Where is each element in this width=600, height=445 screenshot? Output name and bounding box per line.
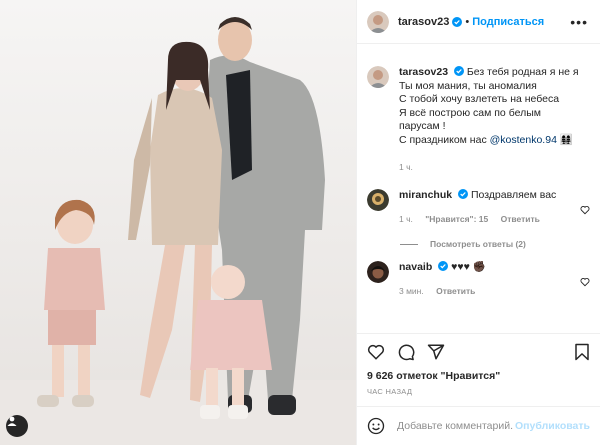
comment: navaib ♥♥♥ ✊🏿 3 мин. Ответить bbox=[367, 261, 590, 298]
emoji-icon[interactable] bbox=[367, 417, 385, 435]
comment-meta: 1 ч. "Нравится": 15 Ответить bbox=[399, 213, 579, 227]
caption-avatar[interactable] bbox=[367, 66, 389, 88]
instagram-post: tarasov23 • Подписаться ••• tarasov23 Бе… bbox=[0, 0, 600, 445]
like-comment-icon[interactable] bbox=[580, 205, 590, 215]
caption-line: парусам ! bbox=[399, 120, 446, 133]
caption-text: tarasov23 Без тебя родная я не я Ты моя … bbox=[399, 66, 579, 174]
view-replies-label: Посмотреть ответы (2) bbox=[430, 239, 526, 250]
replies-divider bbox=[400, 243, 418, 245]
post-actions: 9 626 отметок "Нравится" ЧАС НАЗАД Опубл… bbox=[357, 333, 600, 444]
verified-icon bbox=[458, 189, 469, 200]
comment-text: navaib ♥♥♥ ✊🏿 3 мин. Ответить bbox=[399, 261, 579, 298]
comment-text: miranchuk Поздравляем вас 1 ч. "Нравится… bbox=[399, 189, 579, 226]
header-separator: • bbox=[465, 15, 470, 28]
post-side-panel: tarasov23 • Подписаться ••• tarasov23 Бе… bbox=[356, 0, 600, 445]
mention-link[interactable]: @kostenko.94 bbox=[490, 134, 557, 146]
comment-time[interactable]: 1 ч. bbox=[399, 214, 413, 224]
caption-line: Ты моя мания, ты аномалия bbox=[399, 79, 537, 92]
caption-line: Без тебя родная я не я bbox=[466, 66, 579, 78]
comment-meta: 3 мин. Ответить bbox=[399, 285, 579, 299]
bookmark-icon[interactable] bbox=[574, 343, 590, 361]
follow-button[interactable]: Подписаться bbox=[472, 16, 544, 28]
user-tag-button[interactable] bbox=[6, 415, 28, 437]
comment-time[interactable]: 3 мин. bbox=[399, 286, 424, 296]
share-icon[interactable] bbox=[427, 343, 445, 361]
comment-likes[interactable]: "Нравится": 15 bbox=[425, 214, 488, 224]
comment-username[interactable]: navaib bbox=[399, 261, 432, 273]
post-header: tarasov23 • Подписаться ••• bbox=[357, 0, 600, 44]
like-comment-icon[interactable] bbox=[580, 277, 590, 287]
caption-time[interactable]: 1 ч. bbox=[399, 162, 413, 172]
avatar[interactable] bbox=[367, 10, 389, 33]
caption-line: С тобой хочу взлететь на небеса bbox=[399, 93, 560, 106]
comment-body: ♥♥♥ bbox=[451, 261, 470, 274]
verified-icon bbox=[453, 66, 464, 76]
caption-username[interactable]: tarasov23 bbox=[399, 66, 448, 78]
caption: tarasov23 Без тебя родная я не я Ты моя … bbox=[367, 66, 590, 174]
publish-button[interactable]: Опубликовать bbox=[515, 420, 590, 432]
more-options-icon[interactable]: ••• bbox=[570, 14, 588, 30]
family-photo bbox=[0, 0, 356, 445]
reply-button[interactable]: Ответить bbox=[436, 286, 475, 296]
action-icons bbox=[357, 334, 600, 362]
post-photo[interactable] bbox=[0, 0, 356, 445]
add-comment-bar: Опубликовать bbox=[357, 406, 600, 444]
user-tag-icon bbox=[7, 416, 17, 426]
caption-line: Я всё построю сам по белым bbox=[399, 106, 541, 119]
comment: miranchuk Поздравляем вас 1 ч. "Нравится… bbox=[367, 189, 590, 226]
family-emoji: 👩‍👩‍👧‍👧 bbox=[559, 133, 573, 146]
verified-icon bbox=[438, 261, 449, 272]
verified-icon bbox=[452, 16, 463, 27]
comment-avatar[interactable] bbox=[367, 189, 389, 212]
comment-username[interactable]: miranchuk bbox=[399, 189, 452, 201]
reply-button[interactable]: Ответить bbox=[501, 214, 540, 224]
comment-body: Поздравляем вас bbox=[470, 189, 557, 202]
comment-avatar[interactable] bbox=[367, 261, 389, 284]
view-replies-button[interactable]: Посмотреть ответы (2) bbox=[400, 239, 590, 249]
likes-count[interactable]: 9 626 отметок "Нравится" bbox=[357, 362, 600, 382]
caption-meta: 1 ч. bbox=[399, 161, 579, 175]
header-username[interactable]: tarasov23 bbox=[398, 16, 449, 28]
like-icon[interactable] bbox=[367, 343, 385, 361]
comments-list: tarasov23 Без тебя родная я не я Ты моя … bbox=[357, 44, 600, 332]
fist-emoji: ✊🏿 bbox=[472, 261, 486, 274]
comment-input[interactable] bbox=[395, 418, 516, 433]
caption-line: С праздником нас bbox=[399, 133, 487, 146]
posted-time[interactable]: ЧАС НАЗАД bbox=[357, 382, 600, 396]
comment-icon[interactable] bbox=[397, 343, 415, 361]
